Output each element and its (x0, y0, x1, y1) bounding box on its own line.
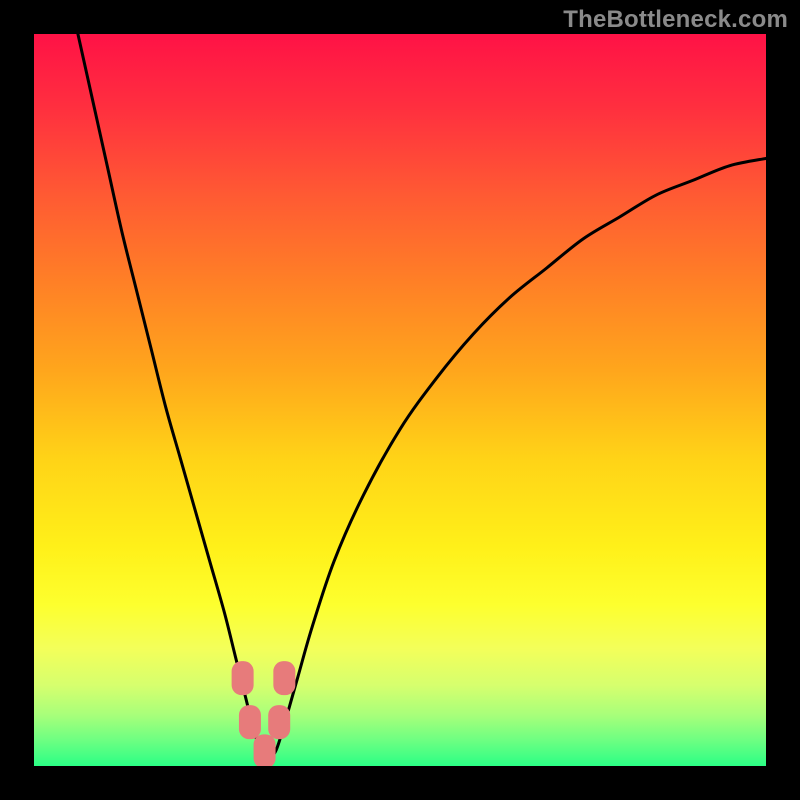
bottleneck-chart (34, 34, 766, 766)
plot-area (34, 34, 766, 766)
chart-frame: TheBottleneck.com (0, 0, 800, 800)
marker-mid-1 (239, 705, 261, 739)
watermark-text: TheBottleneck.com (563, 6, 788, 34)
marker-bottom (254, 734, 276, 766)
marker-right (273, 661, 295, 695)
marker-mid-2 (268, 705, 290, 739)
gradient-background (34, 34, 766, 766)
marker-left (232, 661, 254, 695)
